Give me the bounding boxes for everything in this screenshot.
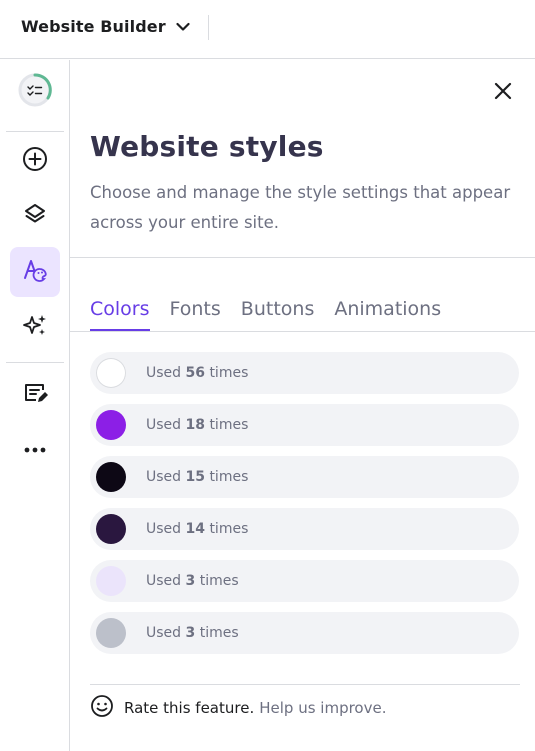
color-swatch — [96, 514, 126, 544]
color-swatch — [96, 410, 126, 440]
close-button[interactable] — [490, 80, 516, 106]
color-swatch — [96, 618, 126, 648]
more-dots-icon — [23, 439, 47, 458]
rail-separator — [6, 362, 64, 363]
usage-text: Used 14 times — [146, 521, 249, 537]
website-builder-dropdown[interactable]: Website Builder — [21, 17, 190, 36]
color-row[interactable]: Used 15 times — [90, 456, 519, 498]
rate-feature-text: Rate this feature. — [124, 699, 255, 717]
color-list: Used 56 times Used 18 times Used 15 time… — [90, 352, 519, 664]
edit-text-icon — [22, 380, 48, 410]
progress-checklist-button[interactable] — [10, 67, 60, 117]
footer-divider — [90, 684, 520, 685]
usage-text: Used 3 times — [146, 625, 239, 641]
tabs-divider — [70, 331, 535, 332]
top-bar: Website Builder — [0, 0, 535, 59]
color-swatch — [96, 358, 126, 388]
add-elements-button[interactable] — [10, 136, 60, 186]
color-row[interactable]: Used 3 times — [90, 612, 519, 654]
ai-sparkles-icon — [22, 312, 48, 342]
smiley-icon — [90, 694, 114, 722]
layers-button[interactable] — [10, 191, 60, 241]
add-circle-icon — [22, 146, 48, 176]
color-swatch — [96, 566, 126, 596]
progress-checklist-icon — [16, 71, 54, 113]
divider — [70, 257, 535, 258]
page-title: Website styles — [90, 130, 324, 163]
panel-description: Choose and manage the style settings tha… — [90, 183, 511, 232]
left-rail — [0, 60, 70, 751]
tab-fonts[interactable]: Fonts — [170, 298, 221, 331]
website-styles-panel: Website styles Choose and manage the sty… — [70, 60, 535, 751]
close-icon — [493, 81, 513, 105]
tab-buttons[interactable]: Buttons — [241, 298, 315, 331]
help-improve-link[interactable]: Help us improve. — [259, 699, 386, 717]
color-row[interactable]: Used 18 times — [90, 404, 519, 446]
styles-palette-icon — [21, 256, 49, 288]
more-options-button[interactable] — [10, 423, 60, 473]
website-styles-button[interactable] — [10, 247, 60, 297]
style-tabs: Colors Fonts Buttons Animations — [90, 298, 461, 331]
color-row[interactable]: Used 3 times — [90, 560, 519, 602]
feedback-footer: Rate this feature. Help us improve. — [90, 694, 386, 722]
usage-text: Used 3 times — [146, 573, 239, 589]
rail-separator — [6, 131, 64, 132]
usage-text: Used 15 times — [146, 469, 249, 485]
app-title: Website Builder — [21, 17, 166, 36]
color-row[interactable]: Used 14 times — [90, 508, 519, 550]
top-divider — [208, 15, 209, 40]
tab-colors[interactable]: Colors — [90, 298, 150, 331]
color-row[interactable]: Used 56 times — [90, 352, 519, 394]
usage-text: Used 56 times — [146, 365, 249, 381]
layers-icon — [23, 202, 47, 230]
usage-text: Used 18 times — [146, 417, 249, 433]
color-swatch — [96, 462, 126, 492]
ai-tools-button[interactable] — [10, 302, 60, 352]
tab-animations[interactable]: Animations — [334, 298, 441, 331]
chevron-down-icon — [176, 17, 190, 36]
blog-editor-button[interactable] — [10, 370, 60, 420]
